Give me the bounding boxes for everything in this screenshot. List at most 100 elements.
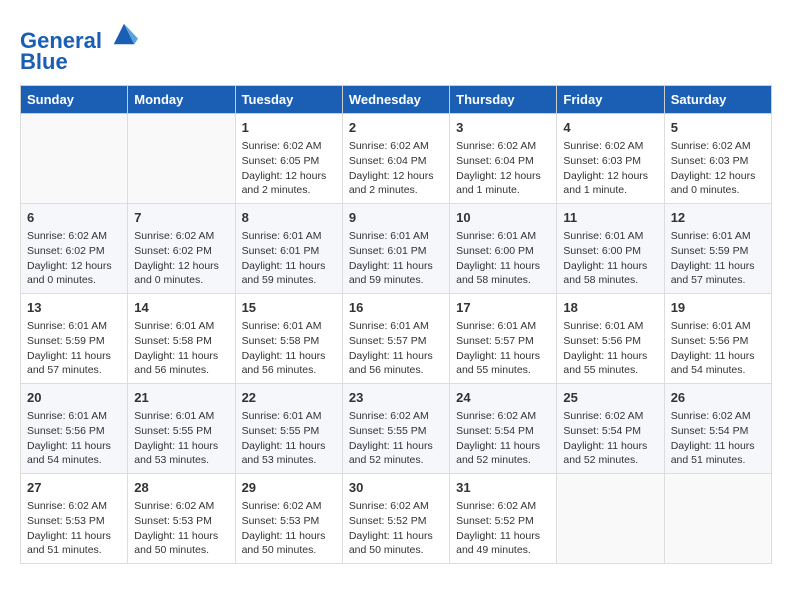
day-info: Sunrise: 6:01 AM Sunset: 5:57 PM Dayligh… bbox=[456, 319, 550, 378]
day-number: 30 bbox=[349, 479, 443, 497]
weekday-header: Thursday bbox=[450, 86, 557, 114]
day-info: Sunrise: 6:01 AM Sunset: 5:58 PM Dayligh… bbox=[242, 319, 336, 378]
day-number: 1 bbox=[242, 119, 336, 137]
calendar-cell: 17 Sunrise: 6:01 AM Sunset: 5:57 PM Dayli… bbox=[450, 294, 557, 384]
calendar-week-row: 1 Sunrise: 6:02 AM Sunset: 6:05 PM Daylig… bbox=[21, 114, 772, 204]
weekday-header: Friday bbox=[557, 86, 664, 114]
day-number: 31 bbox=[456, 479, 550, 497]
day-info: Sunrise: 6:02 AM Sunset: 5:52 PM Dayligh… bbox=[456, 499, 550, 558]
day-info: Sunrise: 6:02 AM Sunset: 5:54 PM Dayligh… bbox=[456, 409, 550, 468]
day-info: Sunrise: 6:01 AM Sunset: 5:58 PM Dayligh… bbox=[134, 319, 228, 378]
day-number: 23 bbox=[349, 389, 443, 407]
day-info: Sunrise: 6:01 AM Sunset: 6:01 PM Dayligh… bbox=[242, 229, 336, 288]
day-number: 12 bbox=[671, 209, 765, 227]
day-number: 27 bbox=[27, 479, 121, 497]
weekday-header: Wednesday bbox=[342, 86, 449, 114]
day-info: Sunrise: 6:02 AM Sunset: 5:54 PM Dayligh… bbox=[563, 409, 657, 468]
calendar-cell: 24 Sunrise: 6:02 AM Sunset: 5:54 PM Dayli… bbox=[450, 384, 557, 474]
weekday-header: Tuesday bbox=[235, 86, 342, 114]
calendar-cell: 30 Sunrise: 6:02 AM Sunset: 5:52 PM Dayli… bbox=[342, 473, 449, 563]
day-info: Sunrise: 6:02 AM Sunset: 6:04 PM Dayligh… bbox=[456, 139, 550, 198]
day-info: Sunrise: 6:02 AM Sunset: 6:03 PM Dayligh… bbox=[563, 139, 657, 198]
day-number: 24 bbox=[456, 389, 550, 407]
weekday-header: Monday bbox=[128, 86, 235, 114]
calendar-cell: 25 Sunrise: 6:02 AM Sunset: 5:54 PM Dayli… bbox=[557, 384, 664, 474]
weekday-header: Saturday bbox=[664, 86, 771, 114]
day-number: 6 bbox=[27, 209, 121, 227]
calendar-week-row: 6 Sunrise: 6:02 AM Sunset: 6:02 PM Daylig… bbox=[21, 204, 772, 294]
day-number: 15 bbox=[242, 299, 336, 317]
day-number: 3 bbox=[456, 119, 550, 137]
calendar-cell: 2Sunrise: 6:02 AM Sunset: 6:04 PM Daylig… bbox=[342, 114, 449, 204]
day-number: 19 bbox=[671, 299, 765, 317]
calendar-week-row: 13 Sunrise: 6:01 AM Sunset: 5:59 PM Dayli… bbox=[21, 294, 772, 384]
day-info: Sunrise: 6:02 AM Sunset: 5:52 PM Dayligh… bbox=[349, 499, 443, 558]
day-info: Sunrise: 6:02 AM Sunset: 5:53 PM Dayligh… bbox=[134, 499, 228, 558]
day-number: 20 bbox=[27, 389, 121, 407]
calendar-cell: 20 Sunrise: 6:01 AM Sunset: 5:56 PM Dayli… bbox=[21, 384, 128, 474]
day-info: Sunrise: 6:02 AM Sunset: 5:53 PM Dayligh… bbox=[242, 499, 336, 558]
day-number: 26 bbox=[671, 389, 765, 407]
day-number: 25 bbox=[563, 389, 657, 407]
day-number: 11 bbox=[563, 209, 657, 227]
calendar-cell: 8 Sunrise: 6:01 AM Sunset: 6:01 PM Daylig… bbox=[235, 204, 342, 294]
day-info: Sunrise: 6:01 AM Sunset: 5:59 PM Dayligh… bbox=[27, 319, 121, 378]
calendar-cell: 14 Sunrise: 6:01 AM Sunset: 5:58 PM Dayli… bbox=[128, 294, 235, 384]
day-info: Sunrise: 6:02 AM Sunset: 6:03 PM Dayligh… bbox=[671, 139, 765, 198]
day-info: Sunrise: 6:01 AM Sunset: 5:55 PM Dayligh… bbox=[134, 409, 228, 468]
calendar-cell: 31 Sunrise: 6:02 AM Sunset: 5:52 PM Dayli… bbox=[450, 473, 557, 563]
calendar-cell: 10 Sunrise: 6:01 AM Sunset: 6:00 PM Dayli… bbox=[450, 204, 557, 294]
calendar-cell: 21 Sunrise: 6:01 AM Sunset: 5:55 PM Dayli… bbox=[128, 384, 235, 474]
calendar-cell: 23 Sunrise: 6:02 AM Sunset: 5:55 PM Dayli… bbox=[342, 384, 449, 474]
calendar-week-row: 20 Sunrise: 6:01 AM Sunset: 5:56 PM Dayli… bbox=[21, 384, 772, 474]
calendar-cell: 18Sunrise: 6:01 AM Sunset: 5:56 PM Dayli… bbox=[557, 294, 664, 384]
day-number: 8 bbox=[242, 209, 336, 227]
day-number: 14 bbox=[134, 299, 228, 317]
page-header: General Blue bbox=[20, 20, 772, 75]
calendar-cell bbox=[557, 473, 664, 563]
calendar-cell: 26Sunrise: 6:02 AM Sunset: 5:54 PM Dayli… bbox=[664, 384, 771, 474]
day-info: Sunrise: 6:02 AM Sunset: 6:05 PM Dayligh… bbox=[242, 139, 336, 198]
calendar-cell bbox=[664, 473, 771, 563]
day-info: Sunrise: 6:02 AM Sunset: 5:55 PM Dayligh… bbox=[349, 409, 443, 468]
calendar-header: SundayMondayTuesdayWednesdayThursdayFrid… bbox=[21, 86, 772, 114]
calendar-cell: 19 Sunrise: 6:01 AM Sunset: 5:56 PM Dayli… bbox=[664, 294, 771, 384]
day-info: Sunrise: 6:01 AM Sunset: 6:00 PM Dayligh… bbox=[456, 229, 550, 288]
day-info: Sunrise: 6:01 AM Sunset: 5:56 PM Dayligh… bbox=[671, 319, 765, 378]
calendar-cell: 28 Sunrise: 6:02 AM Sunset: 5:53 PM Dayli… bbox=[128, 473, 235, 563]
day-number: 17 bbox=[456, 299, 550, 317]
day-info: Sunrise: 6:02 AM Sunset: 6:02 PM Dayligh… bbox=[134, 229, 228, 288]
calendar-cell: 16 Sunrise: 6:01 AM Sunset: 5:57 PM Dayli… bbox=[342, 294, 449, 384]
day-info: Sunrise: 6:01 AM Sunset: 5:55 PM Dayligh… bbox=[242, 409, 336, 468]
day-number: 16 bbox=[349, 299, 443, 317]
day-number: 21 bbox=[134, 389, 228, 407]
calendar-cell: 1 Sunrise: 6:02 AM Sunset: 6:05 PM Daylig… bbox=[235, 114, 342, 204]
day-info: Sunrise: 6:01 AM Sunset: 5:56 PM Dayligh… bbox=[27, 409, 121, 468]
calendar-cell: 29 Sunrise: 6:02 AM Sunset: 5:53 PM Dayli… bbox=[235, 473, 342, 563]
calendar-cell bbox=[21, 114, 128, 204]
day-number: 9 bbox=[349, 209, 443, 227]
weekday-header: Sunday bbox=[21, 86, 128, 114]
calendar-cell: 3 Sunrise: 6:02 AM Sunset: 6:04 PM Daylig… bbox=[450, 114, 557, 204]
calendar-cell: 11 Sunrise: 6:01 AM Sunset: 6:00 PM Dayli… bbox=[557, 204, 664, 294]
day-info: Sunrise: 6:01 AM Sunset: 5:57 PM Dayligh… bbox=[349, 319, 443, 378]
day-info: Sunrise: 6:01 AM Sunset: 6:00 PM Dayligh… bbox=[563, 229, 657, 288]
day-info: Sunrise: 6:02 AM Sunset: 6:02 PM Dayligh… bbox=[27, 229, 121, 288]
day-number: 7 bbox=[134, 209, 228, 227]
calendar-cell: 5Sunrise: 6:02 AM Sunset: 6:03 PM Daylig… bbox=[664, 114, 771, 204]
day-number: 13 bbox=[27, 299, 121, 317]
day-number: 29 bbox=[242, 479, 336, 497]
day-number: 28 bbox=[134, 479, 228, 497]
day-number: 22 bbox=[242, 389, 336, 407]
day-info: Sunrise: 6:01 AM Sunset: 6:01 PM Dayligh… bbox=[349, 229, 443, 288]
calendar-cell: 12Sunrise: 6:01 AM Sunset: 5:59 PM Dayli… bbox=[664, 204, 771, 294]
calendar-cell: 22 Sunrise: 6:01 AM Sunset: 5:55 PM Dayli… bbox=[235, 384, 342, 474]
calendar-cell: 13 Sunrise: 6:01 AM Sunset: 5:59 PM Dayli… bbox=[21, 294, 128, 384]
day-number: 10 bbox=[456, 209, 550, 227]
day-info: Sunrise: 6:01 AM Sunset: 5:56 PM Dayligh… bbox=[563, 319, 657, 378]
calendar-cell: 7 Sunrise: 6:02 AM Sunset: 6:02 PM Daylig… bbox=[128, 204, 235, 294]
day-info: Sunrise: 6:02 AM Sunset: 6:04 PM Dayligh… bbox=[349, 139, 443, 198]
calendar-cell: 9 Sunrise: 6:01 AM Sunset: 6:01 PM Daylig… bbox=[342, 204, 449, 294]
calendar-week-row: 27 Sunrise: 6:02 AM Sunset: 5:53 PM Dayli… bbox=[21, 473, 772, 563]
calendar-cell: 15 Sunrise: 6:01 AM Sunset: 5:58 PM Dayli… bbox=[235, 294, 342, 384]
